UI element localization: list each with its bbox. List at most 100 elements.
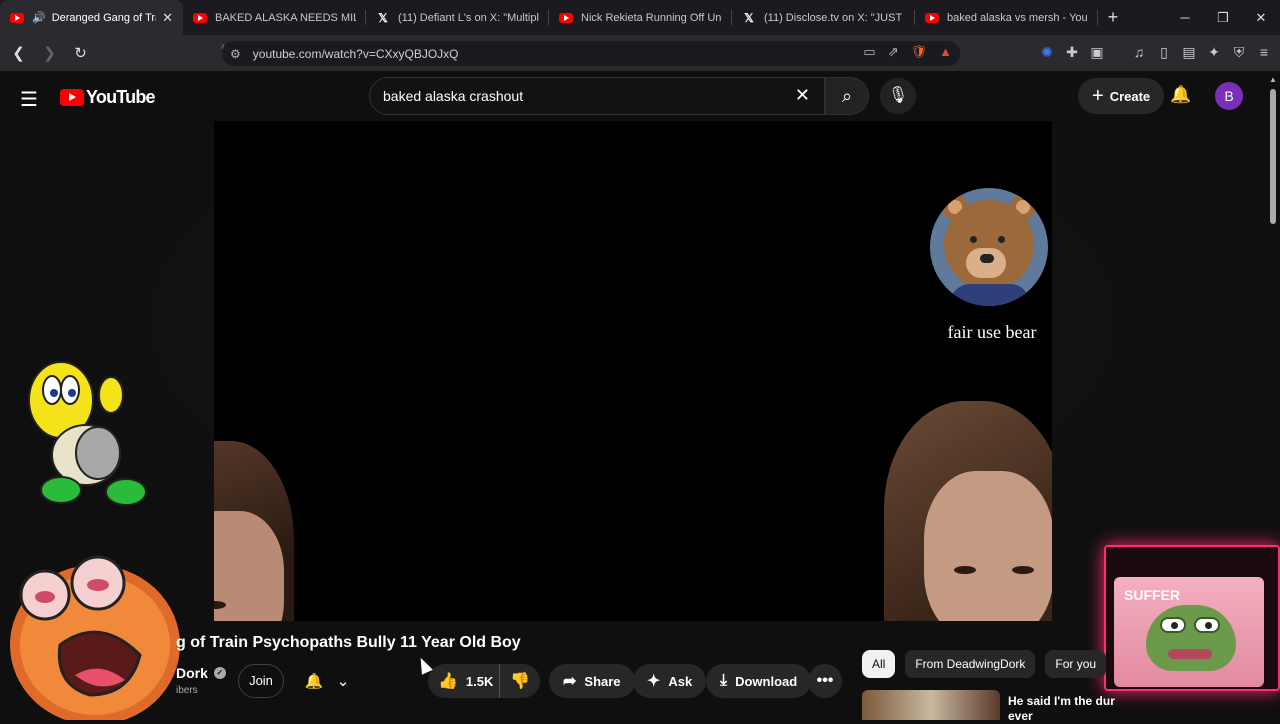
browser-tab[interactable]: 🔊 Deranged Gang of Train ✕ (0, 0, 183, 35)
clear-search-icon[interactable]: ✕ (795, 85, 810, 106)
stream-overlay-image: SUFFER (1104, 545, 1280, 691)
like-count: 1.5K (465, 673, 494, 689)
scrollbar-thumb[interactable] (1270, 89, 1276, 224)
chevron-down-icon: ⌄ (336, 673, 350, 690)
recommendation-filter-chips: All From DeadwingDork For you (862, 650, 1107, 678)
minimize-icon[interactable]: ─ (1166, 0, 1204, 35)
scroll-up-icon[interactable]: ▲ (1269, 75, 1277, 84)
recommended-video[interactable]: He said I'm the dur ever (862, 690, 1118, 724)
tab-title: BAKED ALASKA NEEDS MILK! #y (215, 11, 356, 24)
brave-rewards-icon[interactable]: ▲ (939, 44, 952, 60)
tab-title: (11) Disclose.tv on X: "JUST IN - (764, 11, 905, 24)
ask-button[interactable]: ✦ Ask (633, 664, 707, 698)
search-input[interactable] (383, 88, 783, 104)
share-page-icon[interactable]: ⇗ (888, 44, 899, 60)
forward-icon[interactable]: ❯ (37, 44, 62, 62)
new-tab-button[interactable]: + (1098, 7, 1128, 28)
overlay-label: SUFFER (1124, 587, 1180, 603)
voice-search-button[interactable]: 🎙 (880, 78, 916, 114)
person-left-image (214, 441, 294, 621)
like-dislike-group: 👍 1.5K 👎 (428, 664, 540, 698)
audio-playing-icon[interactable]: 🔊 (32, 11, 46, 24)
sparkle-icon: ✦ (647, 673, 661, 690)
back-icon[interactable]: ❮ (6, 44, 31, 62)
join-button[interactable]: Join (238, 664, 284, 698)
subscriber-count: ibers (176, 685, 198, 696)
tab-title: baked alaska vs mersh - YouTub (947, 11, 1088, 24)
tab-title: Deranged Gang of Train (51, 11, 156, 24)
tab-title: (11) Defiant L's on X: "Multiple r (398, 11, 539, 24)
video-player[interactable] (214, 121, 1052, 621)
youtube-header: ☰ YouTube ✕ ⌕ 🎙 + Create 🔔 B (0, 71, 1280, 121)
browser-tab[interactable]: 𝕏 (11) Defiant L's on X: "Multiple r (366, 0, 549, 35)
search-icon: ⌕ (841, 86, 853, 106)
browser-tab-bar: 🔊 Deranged Gang of Train ✕ BAKED ALASKA … (0, 0, 1280, 35)
potato-sticker-image (10, 555, 180, 720)
overlay-caption: fair use bear (947, 322, 1037, 342)
avatar[interactable]: B (1215, 82, 1243, 110)
bell-icon: 🔔 (304, 673, 324, 690)
leo-icon[interactable]: ✦ (1206, 44, 1222, 61)
tab-close-icon[interactable]: ✕ (162, 10, 173, 26)
brave-shield-icon[interactable]: 🛡 (911, 44, 928, 60)
person-right-image (884, 401, 1052, 621)
screenshot-icon[interactable]: ▣ (1089, 44, 1105, 61)
youtube-play-icon (60, 89, 84, 106)
browser-menu-icon[interactable]: ≡ (1256, 44, 1272, 61)
dislike-button[interactable]: 👎 (500, 671, 540, 691)
video-title: g of Train Psychopaths Bully 11 Year Old… (176, 634, 521, 651)
window-close-icon[interactable]: ✕ (1242, 0, 1280, 35)
vpn-icon[interactable]: ⛨ (1231, 44, 1247, 61)
site-info-icon[interactable]: ⚙ (230, 47, 241, 61)
tab-title: Nick Rekieta Running Off Uncivi (581, 11, 722, 24)
verified-icon: ✓ (213, 667, 226, 679)
extension-icon[interactable]: ✺ (1039, 44, 1055, 61)
youtube-favicon-icon (925, 12, 939, 23)
microphone-icon: 🎙 (887, 87, 909, 104)
like-button[interactable]: 👍 1.5K (428, 664, 500, 698)
plus-icon: + (1092, 84, 1104, 107)
x-favicon-icon: 𝕏 (744, 10, 754, 25)
youtube-logo[interactable]: YouTube (60, 87, 156, 108)
notifications-bell-icon[interactable]: 🔔 (1170, 85, 1191, 105)
media-icon[interactable]: ♫ (1131, 44, 1147, 61)
sidebar-icon[interactable]: ▯ (1156, 44, 1172, 61)
browser-tab[interactable]: 𝕏 (11) Disclose.tv on X: "JUST IN - (732, 0, 915, 35)
share-icon: ➦ (563, 673, 577, 690)
puzzle-icon[interactable]: ✚ (1064, 44, 1080, 61)
address-bar[interactable]: ⚙ youtube.com/watch?v=CXxyQBJOJxQ ▭ ⇗ 🛡 … (222, 41, 960, 66)
chip-for-you[interactable]: For you (1045, 650, 1107, 678)
browser-tab[interactable]: baked alaska vs mersh - YouTub (915, 0, 1098, 35)
extensions-bar: ✺ ✚ ▣ ♫ ▯ ▤ ✦ ⛨ ≡ (1039, 44, 1272, 61)
search-box: ✕ (369, 77, 825, 115)
wallet-icon[interactable]: ▤ (1181, 44, 1197, 61)
search-button[interactable]: ⌕ (825, 77, 869, 115)
hamburger-menu-icon[interactable]: ☰ (20, 87, 38, 112)
youtube-favicon-icon (10, 12, 24, 23)
youtube-favicon-icon (559, 12, 573, 23)
more-icon: ••• (816, 672, 834, 689)
reload-icon[interactable]: ↻ (68, 44, 93, 62)
fair-use-bear-image (930, 188, 1048, 306)
window-controls: ─ ❐ ✕ (1166, 0, 1280, 35)
download-button[interactable]: ⤓ Download (706, 664, 812, 698)
browser-tab[interactable]: BAKED ALASKA NEEDS MILK! #y (183, 0, 366, 35)
video-thumbnail[interactable] (862, 690, 1000, 720)
browser-tab[interactable]: Nick Rekieta Running Off Uncivi (549, 0, 732, 35)
thumbs-up-icon: 👍 (438, 673, 458, 690)
youtube-favicon-icon (193, 12, 207, 23)
share-button[interactable]: ➦ Share (549, 664, 635, 698)
cast-icon[interactable]: ▭ (863, 44, 875, 60)
koopa-sticker-image (28, 361, 147, 506)
create-button[interactable]: + Create (1078, 78, 1165, 114)
url-text: youtube.com/watch?v=CXxyQBJOJxQ (252, 46, 459, 61)
channel-name[interactable]: Dork ✓ (176, 665, 226, 681)
subscription-bell-button[interactable]: 🔔 ⌄ (298, 664, 356, 698)
chip-all[interactable]: All (862, 650, 896, 678)
chip-from-channel[interactable]: From DeadwingDork (905, 650, 1036, 678)
download-icon: ⤓ (720, 672, 728, 689)
thumbs-down-icon: 👎 (510, 673, 530, 690)
restore-icon[interactable]: ❐ (1204, 0, 1242, 35)
x-favicon-icon: 𝕏 (378, 10, 388, 25)
more-actions-button[interactable]: ••• (808, 664, 842, 698)
